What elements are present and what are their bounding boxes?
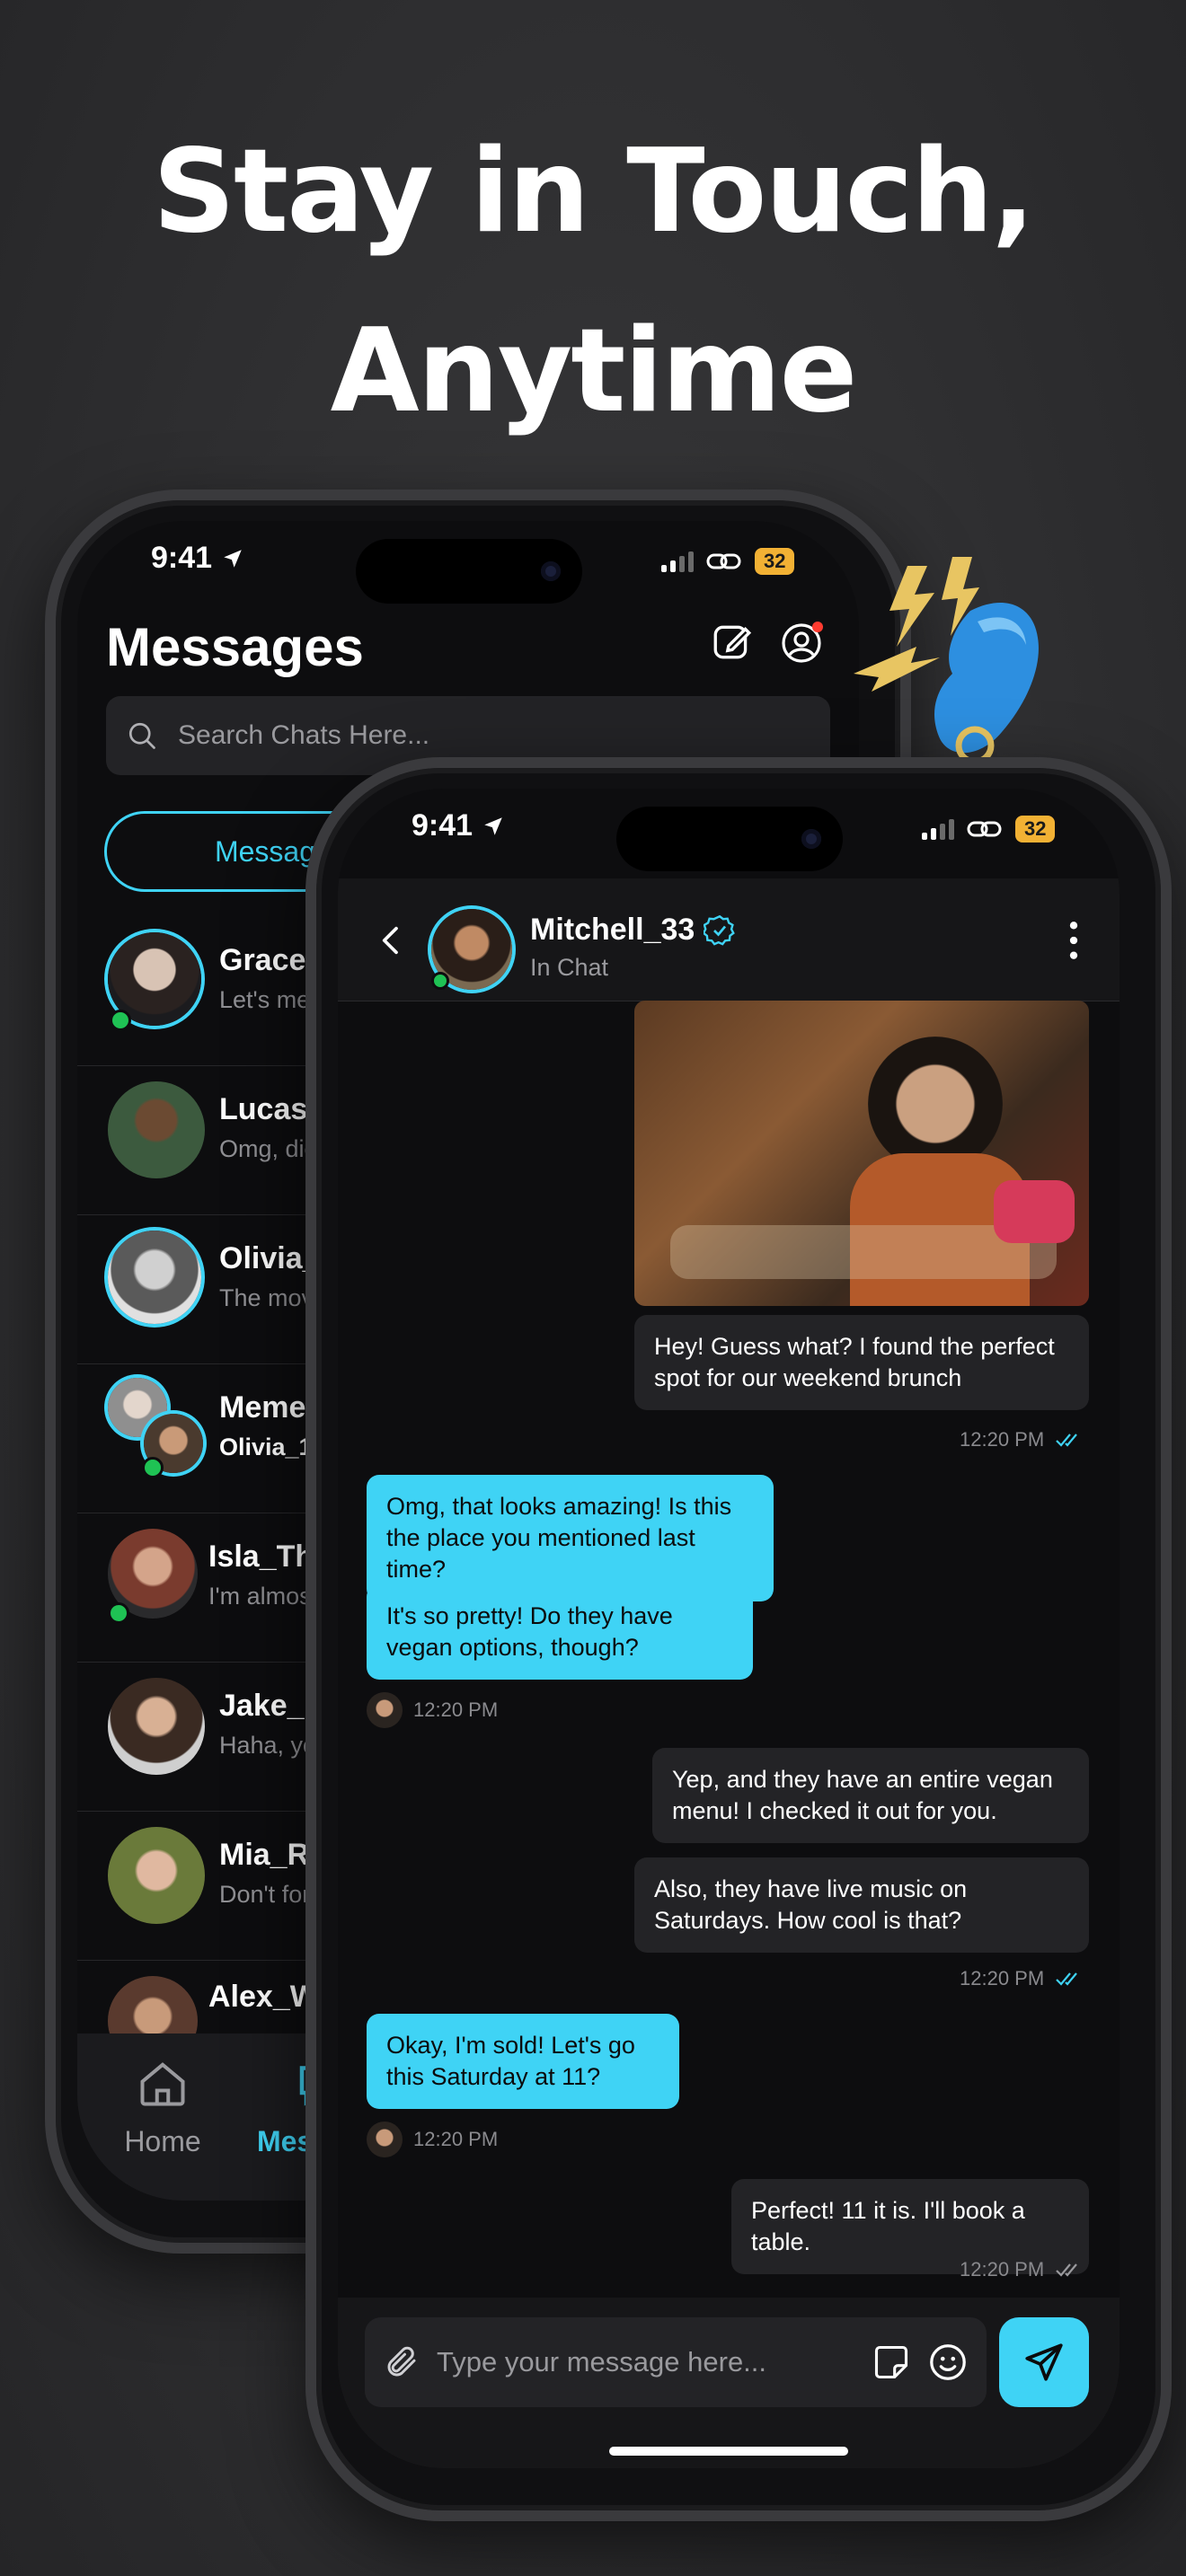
send-icon <box>1025 2343 1063 2381</box>
battery-indicator: 32 <box>1015 816 1056 842</box>
search-placeholder: Search Chats Here... <box>178 720 430 750</box>
online-indicator <box>108 1602 129 1624</box>
message-meta: 12:20 PM <box>960 1967 1082 1990</box>
chat-preview: The mov <box>219 1284 314 1311</box>
online-indicator <box>431 972 449 990</box>
sticker-icon[interactable] <box>872 2342 911 2382</box>
status-icons: 32 <box>661 548 795 575</box>
chat-name: Jake_l <box>219 1689 313 1723</box>
headline-line-1: Stay in Touch, <box>152 125 1035 259</box>
double-check-icon <box>1056 1434 1078 1447</box>
chat-preview: Let's me <box>219 986 311 1013</box>
tab-messages-label: Mes <box>257 2125 314 2157</box>
tab-home-label: Home <box>124 2125 201 2157</box>
location-arrow-icon <box>483 817 502 835</box>
chat-preview: Omg, dic <box>219 1135 317 1162</box>
status-icons: 32 <box>922 816 1056 842</box>
emoji-icon[interactable] <box>927 2342 969 2383</box>
sender-avatar <box>367 2122 403 2157</box>
message-input-placeholder: Type your message here... <box>437 2346 767 2378</box>
front-phone-screen: 9:41 32 Mitchell_33 In Chat Hey! Guess w… <box>338 789 1120 2468</box>
sender-avatar <box>367 1692 403 1728</box>
chat-name: Isla_Th <box>208 1539 314 1574</box>
chat-preview: I'm almos <box>208 1583 312 1610</box>
link-icon <box>706 553 741 569</box>
message-bubble-received: Hey! Guess what? I found the perfect spo… <box>634 1315 1089 1410</box>
avatar <box>108 1827 205 1924</box>
status-time: 9:41 <box>151 541 244 576</box>
message-bubble-received: Also, they have live music on Saturdays.… <box>634 1857 1089 1953</box>
online-indicator <box>110 1010 131 1031</box>
chat-name: Mia_R <box>219 1838 310 1872</box>
chat-header: Mitchell_33 In Chat <box>338 878 1120 1001</box>
message-time: 12:20 PM <box>413 1698 499 1721</box>
profile-button[interactable] <box>780 622 823 665</box>
avatar <box>108 1081 205 1178</box>
online-indicator <box>142 1457 164 1478</box>
message-bubble-sent: Okay, I'm sold! Let's go this Saturday a… <box>367 2014 679 2109</box>
dynamic-island <box>356 539 582 604</box>
dynamic-island <box>616 807 843 871</box>
message-bubble-sent: It's so pretty! Do they have vegan optio… <box>367 1584 753 1680</box>
more-vertical-icon[interactable] <box>1060 918 1087 963</box>
chat-preview: Don't for <box>219 1881 311 1908</box>
compose-icon[interactable] <box>710 620 755 665</box>
chat-preview: Olivia_1 <box>219 1434 313 1460</box>
notification-dot <box>812 622 823 632</box>
message-meta: 12:20 PM <box>367 2122 498 2157</box>
chat-name: Meme <box>219 1390 306 1425</box>
shared-photo[interactable] <box>634 1001 1089 1306</box>
battery-indicator: 32 <box>755 548 795 575</box>
link-icon <box>967 821 1002 837</box>
message-time: 12:20 PM <box>413 2128 499 2150</box>
message-time: 12:20 PM <box>960 1428 1045 1451</box>
contact-name[interactable]: Mitchell_33 <box>530 913 736 948</box>
double-check-icon <box>1056 1972 1078 1986</box>
chat-name: Alex_W <box>208 1980 319 2014</box>
location-arrow-icon <box>223 550 242 568</box>
message-time: 12:20 PM <box>960 2258 1045 2280</box>
signal-icon <box>661 551 694 572</box>
paperclip-icon[interactable] <box>383 2343 420 2381</box>
message-bubble-received: Yep, and they have an entire vegan menu!… <box>652 1748 1089 1843</box>
home-icon <box>140 2062 185 2106</box>
avatar <box>108 1678 205 1775</box>
avatar <box>108 1231 201 1324</box>
tab-home[interactable]: Home <box>113 2050 212 2166</box>
status-time: 9:41 <box>412 808 505 843</box>
signal-icon <box>922 818 954 840</box>
contact-status: In Chat <box>530 954 609 981</box>
verified-badge-icon <box>704 914 736 946</box>
chat-preview: Haha, yo <box>219 1732 317 1759</box>
double-check-icon <box>1056 2263 1078 2277</box>
message-meta: 12:20 PM <box>960 1428 1082 1451</box>
message-bubble-sent: Omg, that looks amazing! Is this the pla… <box>367 1475 774 1601</box>
message-time: 12:20 PM <box>960 1967 1045 1989</box>
page-title: Messages <box>106 617 364 677</box>
search-icon <box>128 722 155 749</box>
home-indicator[interactable] <box>609 2447 848 2456</box>
message-meta: 12:20 PM <box>960 2258 1082 2281</box>
message-meta: 12:20 PM <box>367 1692 498 1728</box>
back-chevron-icon[interactable] <box>374 918 410 963</box>
message-input[interactable]: Type your message here... <box>365 2317 987 2407</box>
headline-line-2: Anytime <box>330 304 858 438</box>
send-button[interactable] <box>999 2317 1089 2407</box>
chat-name: Olivia_ <box>219 1241 320 1275</box>
